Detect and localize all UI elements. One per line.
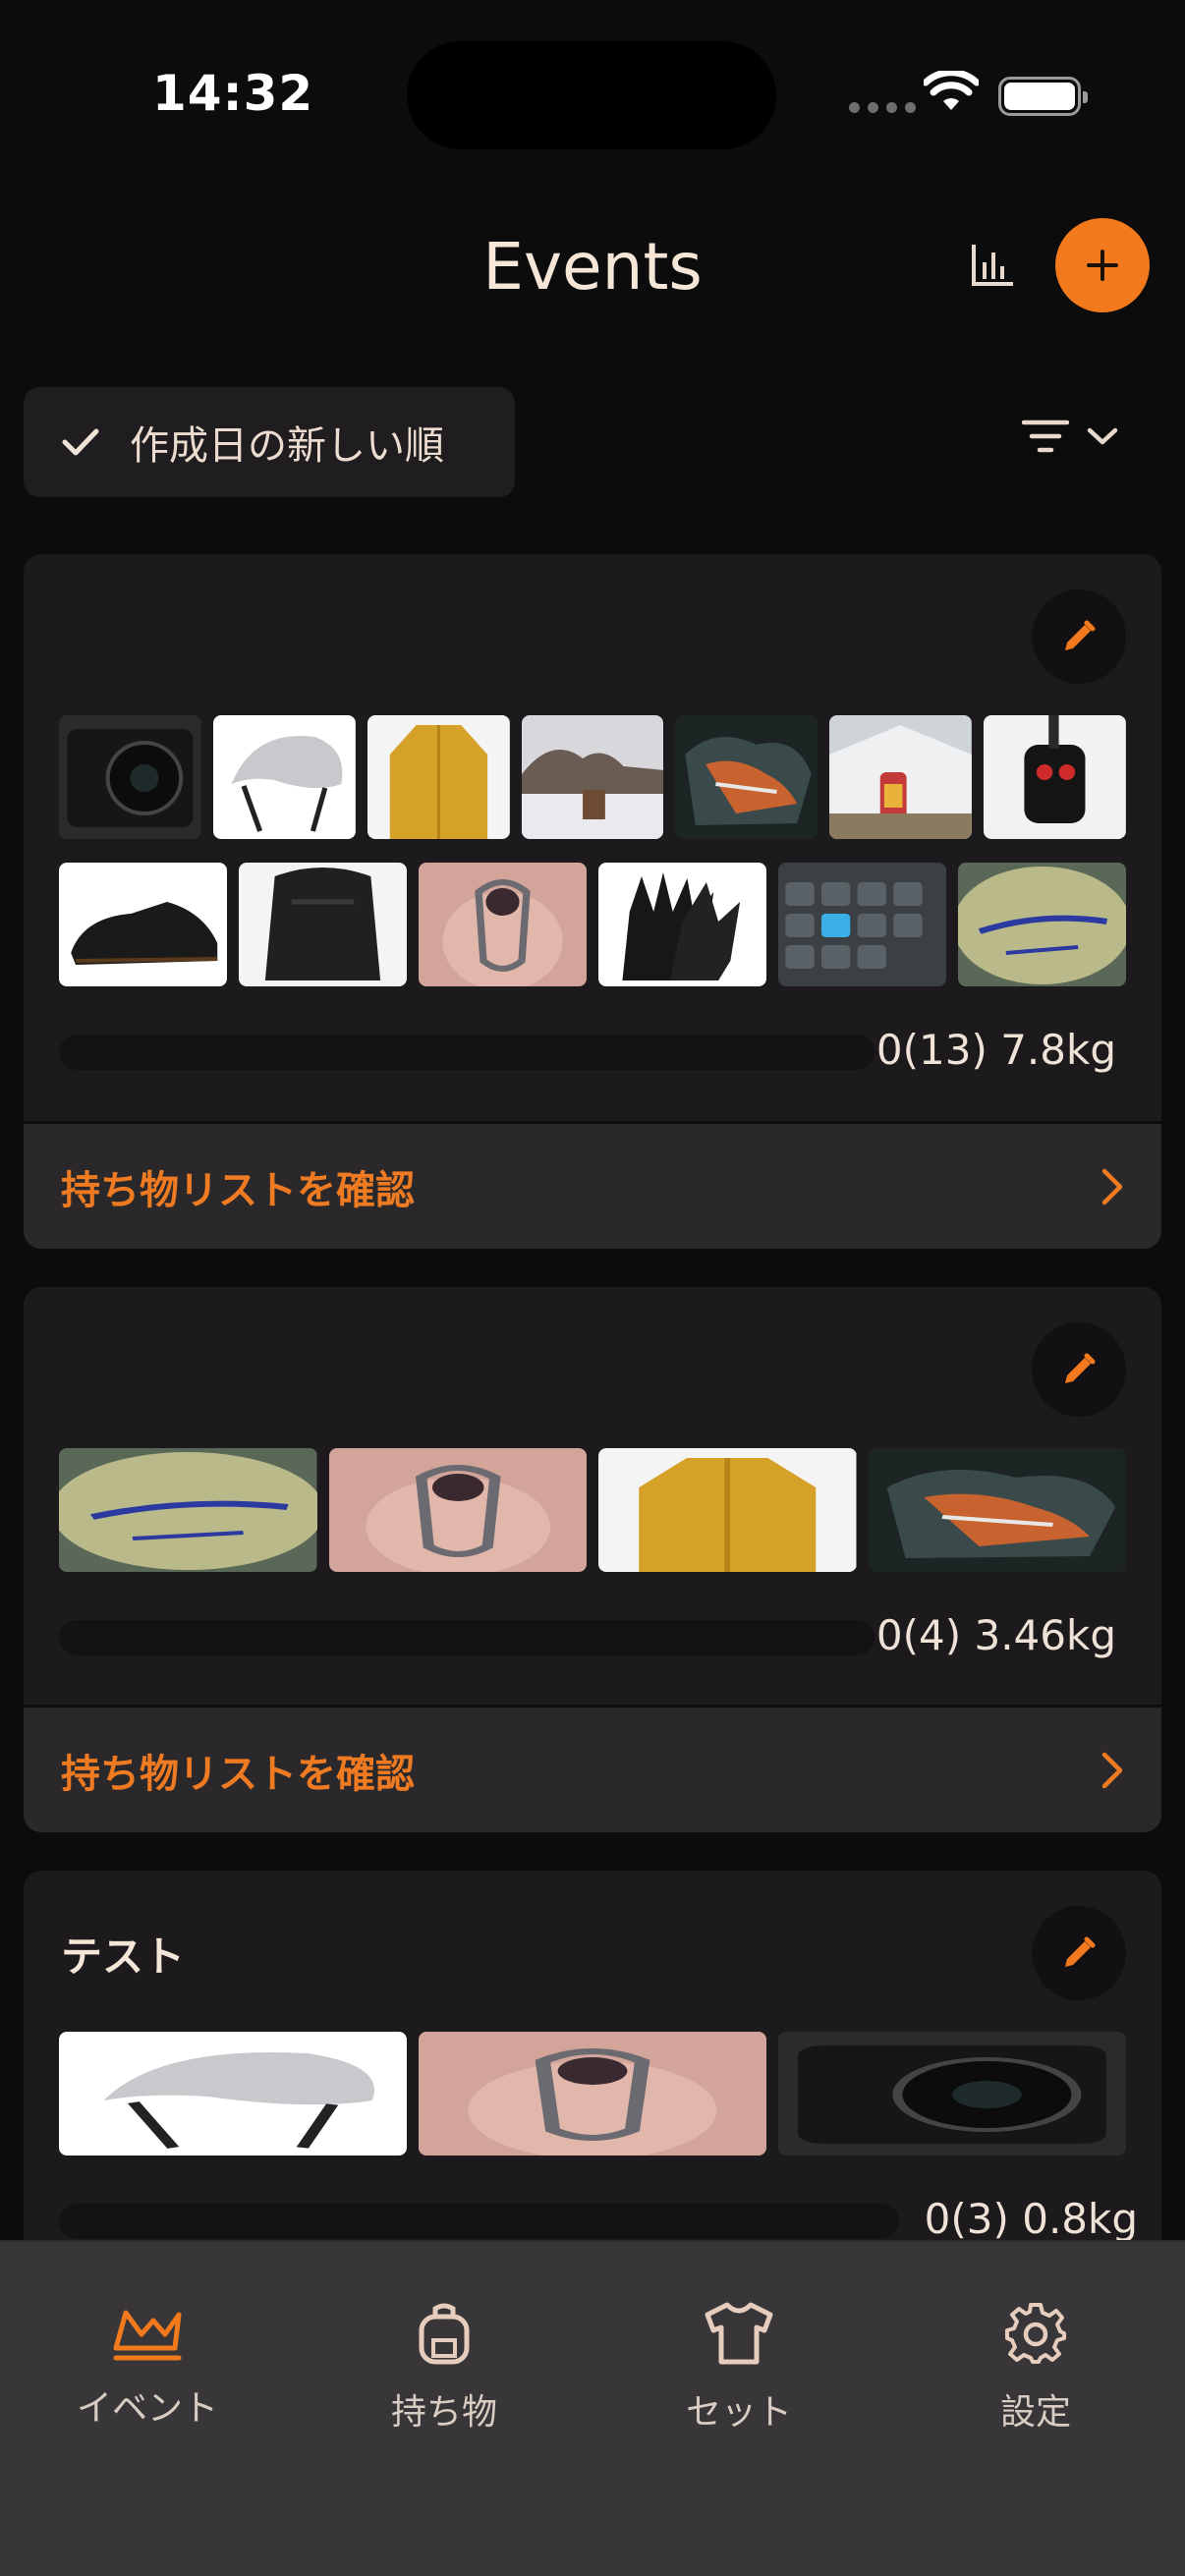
item-thumbnail <box>239 863 407 986</box>
item-thumbnail <box>521 715 664 839</box>
item-thumbnail <box>419 863 587 986</box>
edit-event-button[interactable] <box>1032 1322 1126 1417</box>
item-thumbnail <box>984 715 1127 839</box>
chevron-right-icon <box>1101 1752 1123 1789</box>
item-thumbnail <box>778 863 946 986</box>
item-thumbnail <box>598 1448 857 1572</box>
pencil-icon <box>1065 1353 1096 1383</box>
tab-settings[interactable]: 設定 <box>918 2301 1154 2435</box>
tab-label: セット <box>685 2392 792 2433</box>
add-event-button[interactable] <box>1055 218 1150 312</box>
item-count-weight: 0(4) 3.46kg <box>875 1611 1116 1659</box>
tab-label: 持ち物 <box>390 2392 497 2433</box>
item-thumbnail <box>59 715 201 839</box>
view-packing-list-label: 持ち物リストを確認 <box>61 1167 415 1213</box>
view-packing-list-button[interactable]: 持ち物リストを確認 <box>24 1121 1161 1249</box>
plus-icon <box>1087 250 1118 281</box>
stats-chart-icon[interactable] <box>968 241 1017 290</box>
packing-progress-bar <box>59 1035 875 1070</box>
view-packing-list-button[interactable]: 持ち物リストを確認 <box>24 1705 1161 1832</box>
battery-icon <box>998 77 1088 116</box>
edit-event-button[interactable] <box>1032 589 1126 684</box>
item-thumbnail <box>598 863 766 986</box>
item-thumbnail <box>869 1448 1127 1572</box>
item-count-weight: 0(3) 0.8kg <box>924 2195 1138 2243</box>
event-card[interactable]: 0(13) 7.8kg 持ち物リストを確認 <box>24 554 1161 1249</box>
mountain-icon <box>113 2310 182 2361</box>
filter-button[interactable] <box>1022 419 1118 454</box>
item-thumbnail <box>329 1448 588 1572</box>
chevron-down-icon <box>1087 427 1118 445</box>
item-thumbnail <box>419 2032 766 2156</box>
dynamic-island <box>407 41 776 149</box>
chevron-right-icon <box>1101 1168 1123 1205</box>
item-thumbnail <box>213 715 356 839</box>
item-count-weight: 0(13) 7.8kg <box>875 1026 1116 1074</box>
item-thumbnail <box>59 863 227 986</box>
wifi-icon <box>924 71 979 110</box>
tab-events[interactable]: イベント <box>29 2301 265 2431</box>
event-card[interactable]: テスト 0(3) 0.8kg <box>24 1871 1161 2283</box>
view-packing-list-label: 持ち物リストを確認 <box>61 1751 415 1797</box>
item-thumbnail <box>778 2032 1126 2156</box>
shirt-icon <box>705 2302 773 2365</box>
item-thumbnail <box>59 1448 317 1572</box>
pencil-icon <box>1065 1936 1096 1967</box>
packing-progress-bar <box>59 1620 875 1655</box>
tab-label: 設定 <box>999 2392 1071 2433</box>
cellular-signal-icon <box>849 102 916 113</box>
item-thumbnail <box>958 863 1126 986</box>
tab-label: イベント <box>76 2388 218 2429</box>
backpack-icon <box>419 2303 470 2365</box>
sort-label: 作成日の新しい順 <box>130 423 444 469</box>
gear-icon <box>1005 2303 1066 2364</box>
item-thumbnail <box>675 715 818 839</box>
checkmark-icon <box>62 428 99 456</box>
bottom-tab-bar: イベント 持ち物 セット 設定 <box>0 2240 1185 2576</box>
status-time: 14:32 <box>152 65 314 122</box>
item-thumbnail <box>829 715 973 839</box>
item-thumbnail <box>59 2032 407 2156</box>
sort-selector[interactable]: 作成日の新しい順 <box>24 387 515 497</box>
packing-progress-bar <box>59 2204 899 2239</box>
tab-items[interactable]: 持ち物 <box>326 2301 562 2435</box>
event-card[interactable]: 0(4) 3.46kg 持ち物リストを確認 <box>24 1287 1161 1832</box>
tab-sets[interactable]: セット <box>621 2301 857 2435</box>
item-thumbnail <box>367 715 510 839</box>
pencil-icon <box>1065 620 1096 650</box>
event-title: テスト <box>61 1932 186 1981</box>
edit-event-button[interactable] <box>1032 1906 1126 2000</box>
filter-icon <box>1022 420 1069 453</box>
